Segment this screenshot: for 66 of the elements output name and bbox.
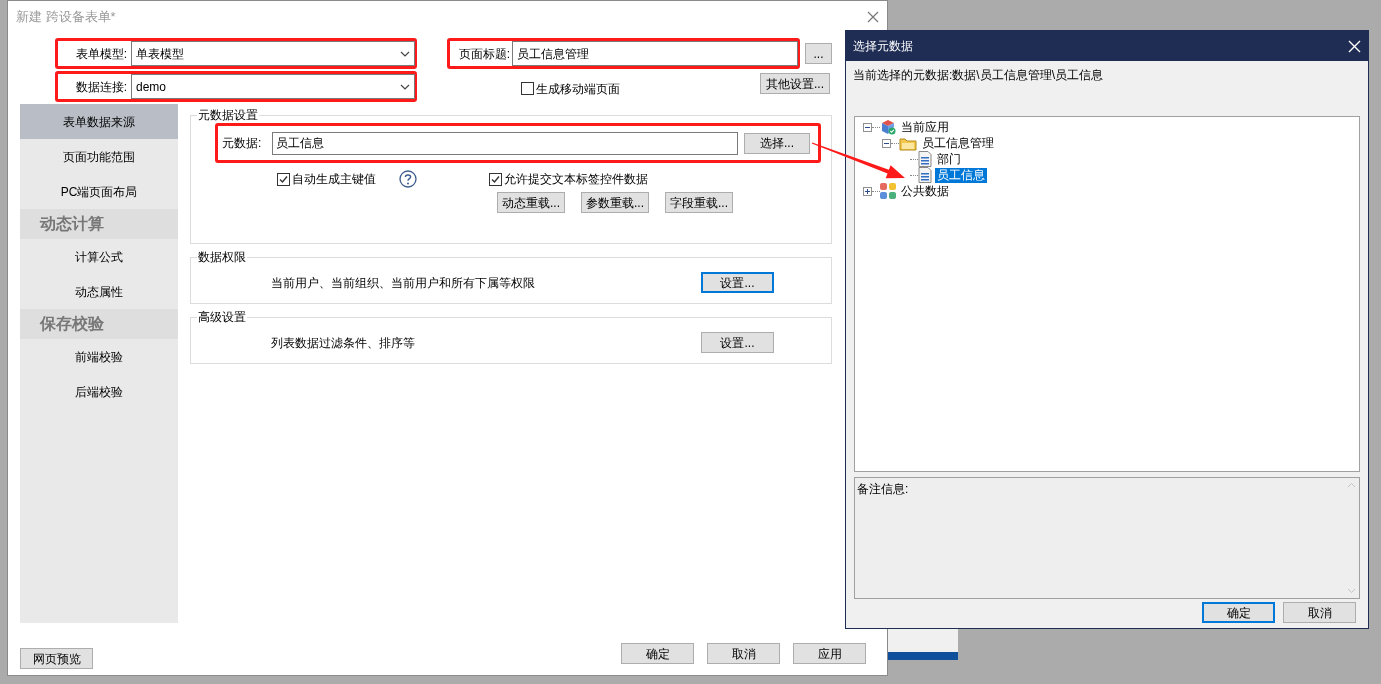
button[interactable]: 其他设置...	[760, 73, 830, 94]
checkbox[interactable]	[521, 82, 534, 95]
button[interactable]: 设置...	[701, 332, 774, 353]
button[interactable]: 确定	[1202, 602, 1275, 623]
checkbox[interactable]	[277, 172, 290, 186]
window-title: 选择元数据	[853, 38, 913, 55]
input-field[interactable]: 员工信息	[272, 131, 738, 155]
field-label: 表单模型:	[74, 45, 128, 63]
sidebar-item[interactable]: PC端页面布局	[20, 174, 178, 209]
tree-item[interactable]: 员工信息管理	[920, 135, 996, 151]
group-title: 高级设置	[197, 309, 247, 325]
scroll-up-icon	[1346, 482, 1356, 488]
collapse-icon[interactable]	[863, 122, 872, 132]
field-value: 单表模型	[136, 45, 184, 63]
checkbox-label: 生成移动端页面	[536, 80, 620, 98]
window-title: 新建 跨设备表单*	[16, 7, 116, 26]
help-icon[interactable]	[399, 170, 417, 188]
button[interactable]: 确定	[621, 643, 694, 664]
scroll-down-icon	[1346, 588, 1356, 594]
field-value: demo	[136, 78, 167, 96]
sidebar-item[interactable]: 页面功能范围	[20, 139, 178, 174]
button[interactable]: 动态重载...	[497, 192, 565, 213]
folder-icon	[899, 135, 917, 151]
sidebar-item[interactable]: 后端校验	[20, 374, 178, 409]
dropdown[interactable]: 单表模型	[131, 41, 415, 66]
button[interactable]: 取消	[1283, 602, 1356, 623]
button[interactable]: 取消	[707, 643, 780, 664]
field-label: 元数据:	[222, 135, 263, 152]
field-label: 数据连接:	[74, 78, 128, 96]
group-title: 元数据设置	[197, 107, 259, 123]
notes-field[interactable]: 备注信息:	[854, 477, 1360, 599]
grid-icon	[880, 183, 896, 199]
description-text: 列表数据过滤条件、排序等	[271, 334, 415, 352]
tree-item[interactable]: 公共数据	[899, 183, 951, 199]
checkbox[interactable]	[489, 172, 502, 186]
collapse-icon[interactable]	[882, 138, 891, 148]
button[interactable]: 参数重载...	[581, 192, 650, 213]
checkbox-label: 允许提交文本标签控件数据	[504, 171, 648, 188]
field-label: 页面标题:	[457, 45, 511, 63]
chevron-down-icon	[400, 83, 410, 90]
sidebar-section-header: 动态计算	[20, 209, 178, 239]
tree-item[interactable]: 员工信息	[935, 167, 987, 183]
button[interactable]: 网页预览	[20, 648, 93, 669]
button[interactable]: 设置...	[701, 272, 774, 293]
chevron-down-icon	[400, 50, 410, 57]
selected-path-text: 当前选择的元数据:数据\员工信息管理\员工信息	[853, 67, 1104, 82]
button[interactable]: 应用	[793, 643, 866, 664]
group-title: 数据权限	[197, 249, 247, 265]
field-value: 员工信息管理	[517, 45, 589, 63]
input-field[interactable]: 员工信息管理	[512, 41, 798, 66]
button[interactable]: ...	[805, 43, 832, 64]
expand-icon[interactable]	[863, 186, 872, 196]
sidebar-section-header: 保存校验	[20, 309, 178, 339]
tree-item[interactable]: 当前应用	[899, 119, 951, 135]
sidebar-item[interactable]: 前端校验	[20, 339, 178, 374]
app-cube-icon	[880, 119, 896, 135]
dropdown[interactable]: demo	[131, 74, 415, 99]
button[interactable]: 字段重载...	[665, 192, 734, 213]
notes-label: 备注信息:	[856, 481, 910, 498]
tree-item[interactable]: 部门	[935, 151, 963, 167]
sidebar-item[interactable]: 计算公式	[20, 239, 178, 274]
sidebar-item[interactable]: 动态属性	[20, 274, 178, 309]
checkbox-label: 自动生成主键值	[292, 171, 376, 188]
sidebar-item[interactable]: 表单数据来源	[20, 104, 178, 139]
description-text: 当前用户、当前组织、当前用户和所有下属等权限	[271, 274, 535, 292]
button[interactable]: 选择...	[744, 132, 810, 154]
